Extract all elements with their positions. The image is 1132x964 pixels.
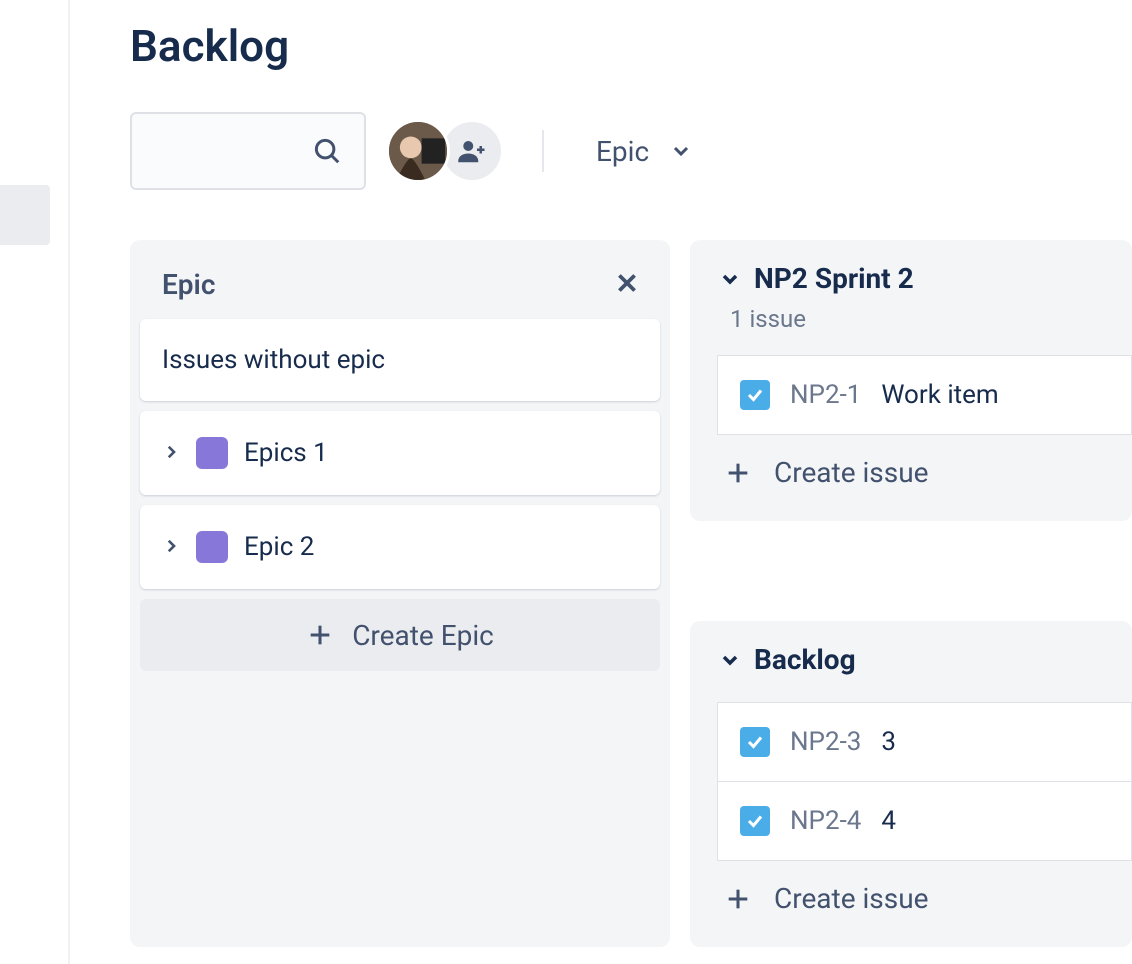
chevron-right-icon (162, 438, 180, 468)
issue-title: 3 (881, 727, 896, 757)
create-issue-button[interactable]: Create issue (718, 434, 1132, 511)
main-content: Backlog Epic (130, 0, 1132, 964)
issue-card[interactable]: NP2-4 4 (717, 781, 1132, 861)
separator (542, 130, 544, 172)
create-issue-label: Create issue (774, 456, 928, 489)
task-icon (740, 727, 770, 757)
plus-icon (306, 621, 334, 649)
task-icon (740, 806, 770, 836)
backlog-issue-list: NP2-3 3 NP2-4 4 (717, 702, 1132, 861)
issue-card[interactable]: NP2-3 3 (717, 702, 1132, 782)
create-issue-label: Create issue (774, 882, 928, 915)
epic-panel-title: Epic (162, 268, 215, 301)
epic-name: Epics 1 (244, 438, 328, 468)
close-epic-panel-button[interactable] (614, 270, 640, 300)
backlog-name: Backlog (754, 643, 856, 676)
issue-key: NP2-1 (790, 380, 861, 410)
sprint-issue-list: NP2-1 Work item (717, 355, 1132, 435)
epic-name: Epic 2 (244, 532, 314, 562)
avatar-image (389, 119, 447, 183)
create-epic-button[interactable]: Create Epic (140, 599, 660, 671)
issue-key: NP2-3 (790, 727, 861, 757)
right-column: NP2 Sprint 2 1 issue NP2-1 Work item Cre… (690, 240, 1132, 947)
issue-key: NP2-4 (790, 806, 861, 836)
backlog-section: Backlog NP2-3 3 NP2-4 (690, 621, 1132, 947)
avatar-stack (386, 119, 504, 183)
page-title: Backlog (130, 20, 1132, 72)
epic-panel: Epic Issues without epic Epics 1 Epic 2 (130, 240, 670, 947)
issue-card[interactable]: NP2-1 Work item (717, 355, 1132, 435)
epic-color-swatch (196, 531, 228, 563)
create-epic-label: Create Epic (352, 619, 494, 652)
filter-label: Epic (596, 135, 649, 168)
sprint-issue-count: 1 issue (730, 305, 1132, 333)
add-user-icon (457, 136, 487, 166)
chevron-down-icon (718, 648, 742, 672)
user-avatar[interactable] (386, 119, 450, 183)
task-icon (740, 380, 770, 410)
epic-item[interactable]: Epics 1 (140, 411, 660, 495)
epic-panel-header: Epic (140, 250, 660, 319)
close-icon (614, 270, 640, 296)
plus-icon (724, 459, 752, 487)
board-area: Epic Issues without epic Epics 1 Epic 2 (130, 240, 1132, 947)
backlog-header[interactable]: Backlog (718, 643, 1132, 676)
issue-title: 4 (881, 806, 896, 836)
epic-item[interactable]: Epic 2 (140, 505, 660, 589)
sprint-name: NP2 Sprint 2 (754, 262, 914, 295)
issue-title: Work item (881, 380, 998, 410)
issues-without-epic[interactable]: Issues without epic (140, 319, 660, 401)
chevron-down-icon (669, 139, 693, 163)
toolbar: Epic (130, 112, 1132, 190)
left-nav-active-item[interactable] (0, 185, 50, 245)
chevron-down-icon (718, 267, 742, 291)
issues-without-epic-label: Issues without epic (162, 345, 385, 375)
sprint-header[interactable]: NP2 Sprint 2 (718, 262, 1132, 295)
chevron-right-icon (162, 532, 180, 562)
plus-icon (724, 885, 752, 913)
epic-color-swatch (196, 437, 228, 469)
filter-epic-dropdown[interactable]: Epic (582, 125, 707, 178)
create-issue-button[interactable]: Create issue (718, 860, 1132, 937)
left-nav (0, 0, 70, 964)
search-icon (312, 136, 342, 166)
sprint-section: NP2 Sprint 2 1 issue NP2-1 Work item Cre… (690, 240, 1132, 521)
search-input[interactable] (130, 112, 366, 190)
